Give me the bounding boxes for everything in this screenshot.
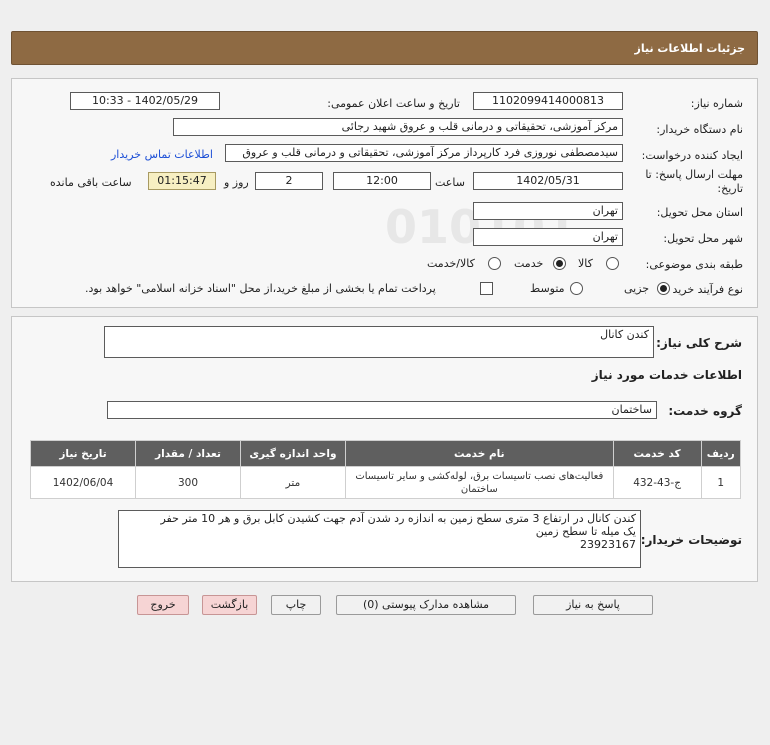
exit-button[interactable]: خروج: [137, 595, 189, 615]
process-type-label: نوع فرآیند خرید :: [665, 283, 743, 296]
print-button[interactable]: چاپ: [271, 595, 321, 615]
need-number-field: 1102099414000813: [473, 92, 623, 110]
view-attachments-button[interactable]: مشاهده مدارک پیوستی (0): [336, 595, 516, 615]
buyer-description-label: توضیحات خریدار:: [640, 533, 742, 547]
treasury-payment-note: پرداخت تمام یا بخشی از مبلغ خرید،از محل …: [85, 282, 436, 295]
buyer-contact-link[interactable]: اطلاعات تماس خریدار: [111, 148, 213, 161]
cell-row-number: 1: [700, 466, 741, 499]
remaining-time-field: 01:15:47: [148, 172, 216, 190]
service-group-field: ساختمان: [107, 401, 657, 419]
announce-datetime-field: 1402/05/29 - 10:33: [70, 92, 220, 110]
category-label: طبقه بندی موضوعی:: [645, 258, 743, 271]
need-number-label: شماره نیاز:: [690, 97, 743, 110]
deadline-date-label: تاریخ:: [717, 182, 743, 195]
page-title: جزئیات اطلاعات نیاز: [634, 42, 746, 55]
cell-unit: متر: [239, 466, 346, 499]
category-option-service: خدمت: [514, 257, 544, 270]
cell-quantity: 300: [135, 466, 241, 499]
buyer-org-field: مرکز آموزشی، تحقیقاتی و درمانی قلب و عرو…: [173, 118, 623, 136]
reply-button[interactable]: پاسخ به نیاز: [533, 595, 653, 615]
buyer-org-label: نام دستگاه خریدار:: [656, 123, 743, 136]
process-radio-minor[interactable]: [657, 282, 670, 295]
col-unit: واحد اندازه گیری: [239, 440, 346, 467]
remaining-time-label: ساعت باقی مانده: [50, 176, 132, 189]
process-option-minor: جزیی: [624, 282, 650, 295]
process-option-medium: متوسط: [530, 282, 565, 295]
col-service-code: کد خدمت: [612, 440, 702, 467]
buyer-description-line-3: 23923167: [580, 538, 636, 551]
request-creator-field: سیدمصطفی نوروزی فرد کارپرداز مرکز آموزشی…: [225, 144, 623, 162]
category-radio-service[interactable]: [553, 257, 566, 270]
service-group-label: گروه خدمت:: [668, 404, 742, 418]
delivery-city-field: تهران: [473, 228, 623, 246]
delivery-province-field: تهران: [473, 202, 623, 220]
table-row: 1 ج-43-432 فعالیت‌های نصب تاسیسات برق، ل…: [29, 466, 741, 499]
delivery-province-label: استان محل تحویل:: [656, 206, 743, 219]
category-radio-goods-service[interactable]: [488, 257, 501, 270]
remaining-days-field: 2: [255, 172, 323, 190]
category-option-goods-service: کالا/خدمت: [427, 257, 475, 270]
request-creator-label: ایجاد کننده درخواست:: [641, 149, 743, 162]
col-service-name: نام خدمت: [344, 440, 614, 467]
category-radio-goods[interactable]: [606, 257, 619, 270]
cell-service-name: فعالیت‌های نصب تاسیسات برق، لوله‌کشی و س…: [344, 466, 614, 499]
services-table: ردیف کد خدمت نام خدمت واحد اندازه گیری ت…: [29, 440, 741, 499]
treasury-checkbox[interactable]: [480, 282, 493, 295]
buyer-description-line-1: کندن کانال در ارتفاع 3 متری سطح زمین به …: [160, 512, 636, 525]
buyer-description-field: کندن کانال در ارتفاع 3 متری سطح زمین به …: [118, 510, 641, 568]
need-summary-label: شرح کلی نیاز:: [656, 336, 742, 350]
cell-service-code: ج-43-432: [612, 466, 702, 499]
delivery-city-label: شهر محل تحویل:: [663, 232, 743, 245]
need-summary-field: کندن کانال: [104, 326, 654, 358]
deadline-date-field: 1402/05/31: [473, 172, 623, 190]
deadline-label: مهلت ارسال پاسخ: تا: [645, 168, 743, 181]
remaining-days-label: روز و: [224, 176, 249, 189]
col-row-number: ردیف: [700, 440, 741, 467]
table-header-row: ردیف کد خدمت نام خدمت واحد اندازه گیری ت…: [29, 440, 741, 467]
page-header: جزئیات اطلاعات نیاز: [11, 31, 758, 65]
process-radio-medium[interactable]: [570, 282, 583, 295]
cell-need-date: 1402/06/04: [29, 466, 137, 499]
deadline-time-label: ساعت: [435, 176, 465, 189]
services-section-title: اطلاعات خدمات مورد نیاز: [591, 368, 742, 382]
announce-datetime-label: تاریخ و ساعت اعلان عمومی:: [327, 97, 460, 110]
category-option-goods: کالا: [578, 257, 593, 270]
need-info-panel: [11, 78, 758, 308]
col-quantity: تعداد / مقدار: [135, 440, 241, 467]
back-button[interactable]: بازگشت: [202, 595, 257, 615]
col-need-date: تاریخ نیاز: [29, 440, 137, 467]
buyer-description-line-2: یک میله تا سطح زمین: [535, 525, 636, 538]
deadline-time-field: 12:00: [333, 172, 431, 190]
